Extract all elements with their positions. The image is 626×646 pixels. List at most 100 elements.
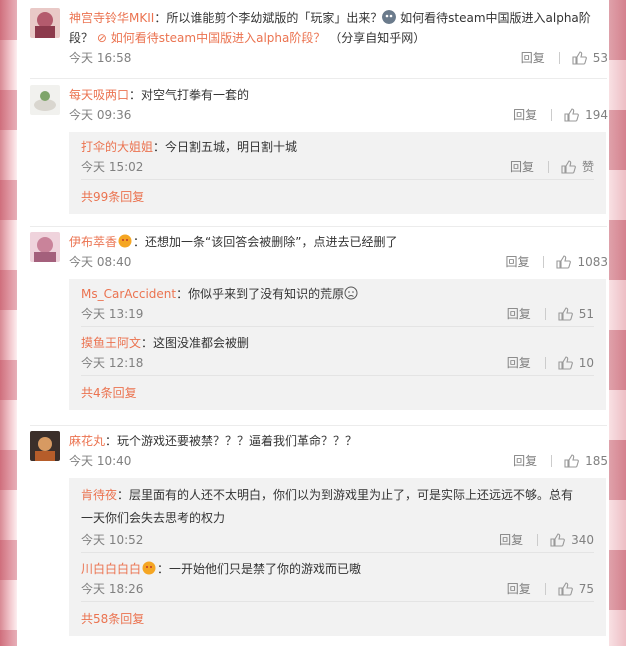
reply-time: 今天 15:02	[81, 160, 144, 174]
more-replies-link[interactable]: 共4条回复	[81, 376, 594, 410]
comment-divider	[30, 425, 607, 426]
comment-divider	[30, 226, 607, 227]
action-separator	[544, 357, 546, 369]
thumbs-up-icon[interactable]	[561, 160, 576, 174]
reply-actions: 回复 10	[507, 353, 594, 373]
username-link[interactable]: 每天吸两口	[69, 88, 129, 102]
comment-meta: 今天 08:40 回复 1083	[69, 252, 608, 272]
username-link[interactable]: 神宫寺铃华MKII	[69, 11, 154, 25]
reply-username-link[interactable]: Ms_CarAccident	[81, 287, 176, 301]
reply-item: Ms_CarAccident：你似乎来到了没有知识的荒原 今天 13:19 回复…	[81, 279, 594, 327]
reply-meta: 今天 13:19 回复 51	[81, 304, 594, 324]
reply-button[interactable]: 回复	[513, 105, 537, 125]
comment-text: ：所以谁能剪个李幼斌版的「玩家」出来？	[154, 11, 383, 25]
reply-text-line-2: 一天你们会失去思考的权力	[81, 507, 594, 530]
reply-text-line: 肯待夜：层里面有的人还不太明白，你们以为到游戏里为止了，可是实际上还远远不够。总…	[81, 484, 594, 507]
reply-meta: 今天 18:26 回复 75	[81, 579, 594, 599]
thumbs-up-icon[interactable]	[564, 108, 579, 122]
reply-item: 川白白白白 ：一开始他们只是禁了你的游戏而已嗷 今天 18:26 回复 75	[81, 553, 594, 602]
username-link[interactable]: 麻花丸	[69, 434, 105, 448]
reply-meta: 今天 12:18 回复 10	[81, 353, 594, 373]
thumbs-up-icon[interactable]	[556, 255, 572, 269]
action-separator	[544, 583, 546, 595]
thumbs-up-icon[interactable]	[558, 307, 573, 321]
action-separator	[551, 455, 553, 467]
thumbs-up-icon[interactable]	[558, 582, 573, 596]
comment-text-line-2: 段？ ⊘ 如何看待steam中国版进入alpha阶段？ （分享自知乎网）	[69, 28, 608, 48]
thumbs-up-icon[interactable]	[550, 533, 565, 547]
avatar[interactable]	[30, 8, 60, 38]
more-replies-link[interactable]: 共58条回复	[81, 602, 594, 636]
comment-text-line: 麻花丸：玩个游戏还要被禁？？？逼着我们革命？？？	[69, 431, 608, 451]
doge-emoji-icon	[382, 10, 397, 24]
comment-actions: 回复 53	[521, 48, 608, 68]
reply-button[interactable]: 回复	[513, 451, 537, 471]
avatar[interactable]	[30, 232, 60, 262]
reply-username-link[interactable]: 摸鱼王阿文	[81, 336, 141, 350]
reply-text: ：一开始他们只是禁了你的游戏而已嗷	[157, 562, 362, 576]
reply-text: ：层里面有的人还不太明白，你们以为到游戏里为止了，可是实际上还远远不够。总有	[117, 488, 574, 502]
like-count: 53	[592, 51, 608, 65]
share-source: （分享自知乎网）	[329, 31, 426, 45]
reply-button[interactable]: 回复	[521, 48, 545, 68]
vip-badge-icon	[118, 234, 132, 248]
comment-actions: 回复 1083	[505, 252, 608, 272]
comment-divider	[30, 78, 607, 79]
reply-meta: 今天 15:02 回复 赞	[81, 157, 594, 177]
comment-time: 今天 10:40	[69, 454, 132, 468]
reply-actions: 回复 51	[507, 304, 594, 324]
comment-panel: 神宫寺铃华MKII：所以谁能剪个李幼斌版的「玩家」出来？ 如何看待steam中国…	[17, 0, 609, 646]
reply-item: 摸鱼王阿文：这图没准都会被删 今天 12:18 回复 10	[81, 327, 594, 376]
like-count: 10	[578, 356, 594, 370]
action-separator	[558, 52, 560, 64]
reply-button[interactable]: 回复	[499, 530, 523, 550]
background-art-left	[0, 0, 17, 646]
reply-actions: 回复 赞	[510, 157, 594, 177]
reply-button[interactable]: 回复	[507, 353, 531, 373]
reply-time: 今天 10:52	[81, 533, 144, 547]
username-link[interactable]: 伊布萃香	[69, 235, 117, 249]
vip-badge-icon	[142, 561, 156, 575]
action-separator	[547, 161, 549, 173]
question-link[interactable]: 如何看待steam中国版进入alpha阶段？	[111, 31, 326, 45]
reply-item: 打伞的大姐姐：今日割五城，明日割十城 今天 15:02 回复 赞	[81, 132, 594, 180]
more-replies-link[interactable]: 共99条回复	[81, 180, 594, 214]
avatar-image	[30, 431, 60, 461]
avatar[interactable]	[30, 431, 60, 461]
thumbs-up-icon[interactable]	[564, 454, 579, 468]
avatar[interactable]	[30, 85, 60, 115]
like-count: 75	[578, 582, 594, 596]
reply-panel: Ms_CarAccident：你似乎来到了没有知识的荒原 今天 13:19 回复…	[69, 279, 606, 410]
like-count: 194	[585, 108, 608, 122]
reply-button[interactable]: 回复	[510, 157, 534, 177]
reply-meta: 今天 10:52 回复 340	[81, 530, 594, 550]
avatar-image	[30, 8, 60, 38]
comment-actions: 回复 194	[513, 105, 608, 125]
thumbs-up-icon[interactable]	[558, 356, 573, 370]
reply-text-continued: 一天你们会失去思考的权力	[81, 511, 226, 525]
question-link-inline[interactable]: 如何看待steam中国版进入alpha阶	[396, 11, 591, 25]
comment-text-line: 伊布萃香 ：还想加一条“该回答会被删除”，点进去已经删了	[69, 232, 608, 252]
comment-body: 麻花丸：玩个游戏还要被禁？？？逼着我们革命？？？ 今天 10:40 回复 185	[69, 431, 608, 471]
reply-text: ：你似乎来到了没有知识的荒原	[176, 287, 345, 301]
like-count: 51	[578, 307, 594, 321]
action-separator	[544, 308, 546, 320]
reply-username-link[interactable]: 肯待夜	[81, 488, 117, 502]
reply-button[interactable]: 回复	[507, 579, 531, 599]
avatar-image	[30, 85, 60, 115]
reply-button[interactable]: 回复	[505, 252, 529, 272]
comment-text: ：还想加一条“该回答会被删除”，点进去已经删了	[133, 235, 398, 249]
reply-username-link[interactable]: 打伞的大姐姐	[81, 140, 153, 154]
comment-text: ：玩个游戏还要被禁？？？逼着我们革命？？？	[105, 434, 358, 448]
thumbs-up-icon[interactable]	[572, 51, 587, 65]
reply-username-link[interactable]: 川白白白白	[81, 562, 141, 576]
action-separator	[551, 109, 553, 121]
reply-text-line: 川白白白白 ：一开始他们只是禁了你的游戏而已嗷	[81, 559, 594, 579]
like-count: 1083	[577, 255, 608, 269]
reply-time: 今天 13:19	[81, 307, 144, 321]
comment-time: 今天 16:58	[69, 51, 132, 65]
reply-item: 肯待夜：层里面有的人还不太明白，你们以为到游戏里为止了，可是实际上还远远不够。总…	[81, 478, 594, 553]
reply-button[interactable]: 回复	[507, 304, 531, 324]
like-count: 340	[571, 533, 594, 547]
reply-text: ：这图没准都会被删	[141, 336, 250, 350]
